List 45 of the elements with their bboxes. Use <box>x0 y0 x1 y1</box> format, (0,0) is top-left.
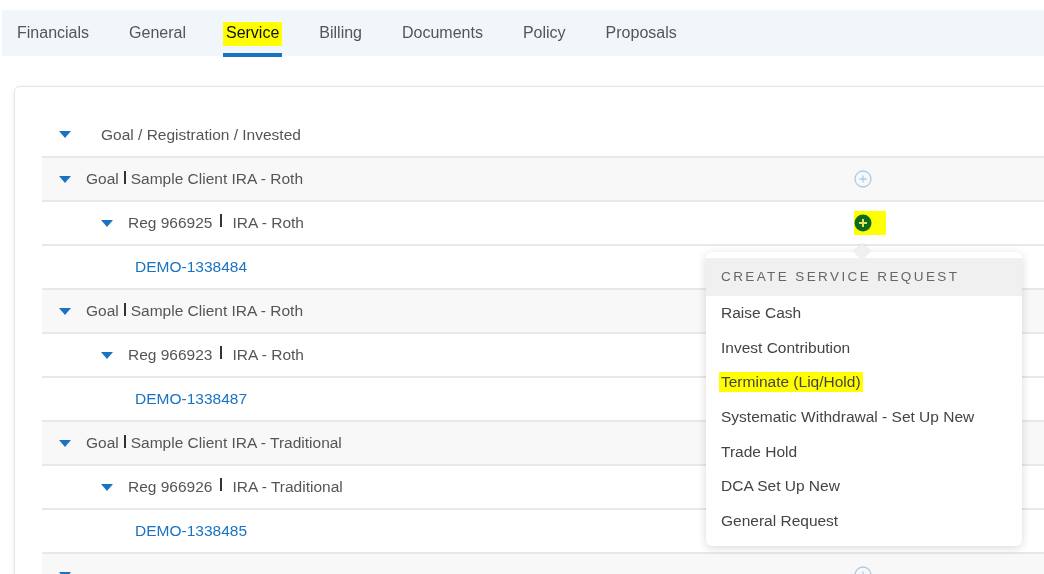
caret-icon[interactable] <box>59 307 71 315</box>
caret-icon[interactable] <box>59 131 71 138</box>
registration-type: IRA - Roth <box>232 214 304 232</box>
caret-icon[interactable] <box>101 351 113 359</box>
menu-item[interactable]: Trade Hold <box>719 441 800 462</box>
goal-label: Goal <box>86 170 119 188</box>
caret-icon[interactable] <box>101 483 113 491</box>
tab[interactable]: Billing <box>316 10 365 56</box>
caret-icon[interactable] <box>101 219 113 227</box>
tab[interactable]: Financials <box>14 10 93 56</box>
goal-label: Goal <box>86 434 119 452</box>
tab[interactable]: Proposals <box>602 10 680 56</box>
goal-row[interactable]: Goal Sample Client IRA - Roth <box>42 158 1044 202</box>
menu-item[interactable]: DCA Set Up New <box>719 476 842 497</box>
menu-item[interactable]: General Request <box>719 510 841 531</box>
registration-number: Reg 966923 <box>128 346 213 364</box>
registration-row[interactable]: Reg 966925 IRA - Roth <box>42 202 1044 246</box>
goal-label: Goal <box>86 302 119 320</box>
registration-number: Reg 966925 <box>128 214 213 232</box>
caret-icon[interactable] <box>59 439 71 447</box>
separator-icon <box>220 213 223 227</box>
tab[interactable]: General <box>126 10 189 56</box>
separator-icon <box>123 434 126 448</box>
goal-name: Sample Client IRA - Roth <box>130 170 304 188</box>
tab[interactable]: Policy <box>519 10 569 56</box>
menu-item[interactable]: Terminate (Liq/Hold) <box>719 372 863 393</box>
add-icon[interactable] <box>854 214 872 232</box>
separator-icon <box>220 477 223 491</box>
menu-item[interactable]: Invest Contribution <box>719 337 853 358</box>
goal-name: Sample Client IRA - Roth <box>130 302 304 320</box>
registration-number: Reg 966926 <box>128 478 213 496</box>
goal-name: Sample Client IRA - Traditional <box>130 434 342 452</box>
registration-type: IRA - Roth <box>232 346 304 364</box>
caret-icon[interactable] <box>59 175 71 183</box>
separator-icon <box>123 170 126 184</box>
separator-icon <box>220 345 223 359</box>
account-link[interactable]: DEMO-1338484 <box>135 258 247 276</box>
column-header: Goal / Registration / Invested <box>101 125 301 144</box>
account-link[interactable]: DEMO-1338485 <box>135 522 247 540</box>
registration-type: IRA - Traditional <box>232 478 343 496</box>
menu-item[interactable]: Raise Cash <box>719 303 804 324</box>
tab[interactable]: Documents <box>399 10 486 56</box>
separator-icon <box>123 302 126 316</box>
menu-title: CREATE SERVICE REQUEST <box>706 258 1022 296</box>
account-link[interactable]: DEMO-1338487 <box>135 390 247 408</box>
